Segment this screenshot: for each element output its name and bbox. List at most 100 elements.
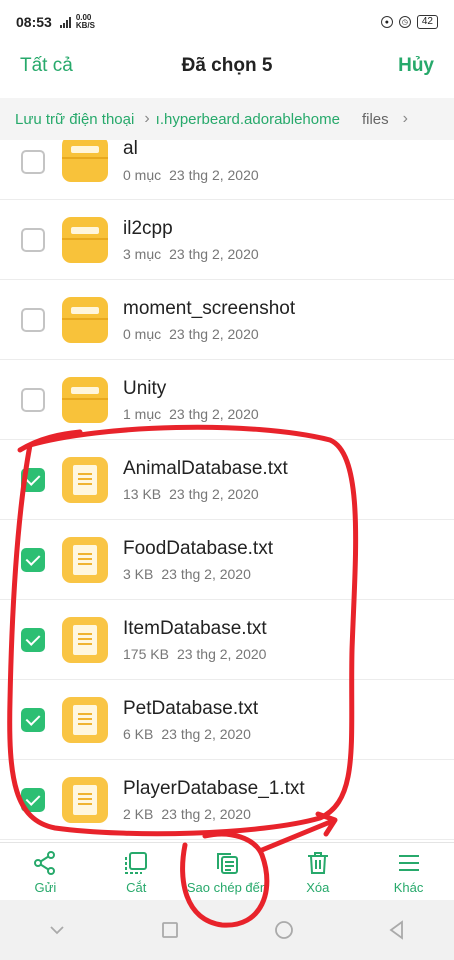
file-name: PlayerDatabase_1.txt [123, 778, 305, 799]
nav-back-icon[interactable] [386, 919, 408, 941]
share-label: Gửi [34, 879, 57, 895]
file-date: 23 thg 2, 2020 [169, 167, 259, 183]
file-size: 2 KB [123, 806, 154, 822]
file-size: 3 KB [123, 566, 154, 582]
copy-to-button[interactable]: Sao chép đến [182, 843, 273, 901]
text-file-icon [62, 777, 108, 823]
list-item[interactable]: AnimalDatabase.txt 13 KB 23 thg 2, 2020 [0, 440, 454, 520]
file-date: 23 thg 2, 2020 [161, 566, 251, 582]
file-meta: 6 KB 23 thg 2, 2020 [123, 726, 251, 742]
text-file-icon [62, 697, 108, 743]
more-button[interactable]: Khác [363, 843, 454, 901]
checkbox[interactable] [21, 308, 45, 332]
nav-down-icon[interactable] [46, 919, 68, 941]
file-name: ItemDatabase.txt [123, 618, 267, 639]
selection-header: Tất cả Đã chọn 5 Hủy [0, 44, 454, 88]
delete-button[interactable]: Xóa [272, 843, 363, 901]
select-all-button[interactable]: Tất cả [20, 55, 73, 77]
file-list[interactable]: al 0 mục 23 thg 2, 2020 il2cpp 3 mục 23 th… [0, 140, 454, 842]
share-icon [34, 850, 56, 875]
list-item[interactable]: moment_screenshot 0 mục 23 thg 2, 2020 [0, 280, 454, 360]
checkbox[interactable] [21, 228, 45, 252]
file-name: FoodDatabase.txt [123, 538, 273, 559]
file-size: 13 KB [123, 486, 162, 502]
trash-icon [307, 851, 328, 874]
file-meta: 13 KB 23 thg 2, 2020 [123, 486, 259, 502]
text-file-icon [62, 457, 108, 503]
file-date: 23 thg 2, 2020 [169, 246, 259, 262]
network-speed: 0.00 KB/S [76, 14, 95, 30]
file-size: 0 mục [123, 326, 162, 342]
folder-icon [62, 140, 108, 182]
network-speed-unit: KB/S [75, 21, 95, 30]
file-date: 23 thg 2, 2020 [161, 726, 251, 742]
folder-icon [62, 297, 108, 343]
checkbox-checked[interactable] [21, 548, 45, 572]
nav-recents-icon[interactable] [159, 919, 181, 941]
list-item[interactable]: PlayerDatabase_1.txt 2 KB 23 thg 2, 2020 [0, 760, 454, 840]
alarm-icon: ◷ [398, 16, 411, 28]
list-item[interactable]: PetDatabase.txt 6 KB 23 thg 2, 2020 [0, 680, 454, 760]
list-item[interactable]: FoodDatabase.txt 3 KB 23 thg 2, 2020 [0, 520, 454, 600]
checkbox-checked[interactable] [21, 468, 45, 492]
file-date: 23 thg 2, 2020 [176, 646, 267, 662]
file-name: il2cpp [123, 218, 173, 239]
folder-icon [62, 217, 108, 263]
file-date: 23 thg 2, 2020 [169, 486, 259, 502]
file-meta: 175 KB 23 thg 2, 2020 [123, 646, 266, 662]
menu-icon [398, 854, 419, 871]
system-nav-bar [0, 900, 454, 960]
status-time: 08:53 [16, 14, 52, 30]
file-size: 0 mục [123, 167, 162, 183]
file-meta: 3 mục 23 thg 2, 2020 [123, 246, 259, 262]
file-name: al [123, 140, 138, 159]
checkbox[interactable] [21, 388, 45, 412]
list-item[interactable]: il2cpp 3 mục 23 thg 2, 2020 [0, 200, 454, 280]
cancel-button[interactable]: Hủy [398, 55, 434, 77]
file-meta: 0 mục 23 thg 2, 2020 [123, 326, 259, 342]
breadcrumb-root[interactable]: Lưu trữ điện thoại [15, 111, 134, 128]
breadcrumb-current[interactable]: files [362, 111, 389, 128]
file-size: 1 mục [123, 406, 162, 422]
file-date: 23 thg 2, 2020 [169, 406, 259, 422]
cut-label: Cắt [126, 879, 147, 895]
delete-label: Xóa [306, 879, 330, 895]
file-meta: 2 KB 23 thg 2, 2020 [123, 806, 251, 822]
file-size: 175 KB [123, 646, 169, 662]
signal-icon [59, 16, 71, 28]
copy-to-label: Sao chép đến [186, 879, 268, 895]
nav-home-icon[interactable] [273, 919, 295, 941]
file-meta: 3 KB 23 thg 2, 2020 [123, 566, 251, 582]
file-name: Unity [123, 378, 167, 399]
chevron-right-icon: › [402, 110, 408, 127]
list-item[interactable]: Unity 1 mục 23 thg 2, 2020 [0, 360, 454, 440]
chevron-right-icon: › [144, 110, 150, 127]
file-date: 23 thg 2, 2020 [169, 326, 259, 342]
share-button[interactable]: Gửi [0, 843, 91, 901]
file-date: 23 thg 2, 2020 [161, 806, 251, 822]
lock-rotation-icon: ● [380, 16, 393, 28]
file-size: 6 KB [123, 726, 154, 742]
checkbox[interactable] [21, 150, 45, 174]
text-file-icon [62, 537, 108, 583]
file-name: PetDatabase.txt [123, 698, 259, 719]
breadcrumb: Lưu trữ điện thoại › ı.hyperbeard.adorab… [0, 98, 454, 140]
file-meta: 1 mục 23 thg 2, 2020 [123, 406, 259, 422]
folder-icon [62, 377, 108, 423]
action-toolbar: Gửi Cắt Sao chép đến Xóa Khác [0, 842, 454, 901]
text-file-icon [62, 617, 108, 663]
cut-icon [125, 851, 148, 874]
file-size: 3 mục [123, 246, 162, 262]
checkbox-checked[interactable] [21, 788, 45, 812]
breadcrumb-folder[interactable]: ı.hyperbeard.adorablehome [156, 111, 340, 128]
cut-button[interactable]: Cắt [91, 843, 182, 901]
file-name: moment_screenshot [123, 298, 296, 319]
checkbox-checked[interactable] [21, 628, 45, 652]
more-label: Khác [393, 879, 424, 895]
list-item[interactable]: ItemDatabase.txt 175 KB 23 thg 2, 2020 [0, 600, 454, 680]
file-meta: 0 mục 23 thg 2, 2020 [123, 167, 259, 183]
list-item[interactable]: al 0 mục 23 thg 2, 2020 [0, 140, 454, 200]
battery-indicator: 42 [416, 15, 438, 29]
checkbox-checked[interactable] [21, 708, 45, 732]
status-bar: 08:53 0.00 KB/S ● ◷ 42 [0, 0, 454, 44]
